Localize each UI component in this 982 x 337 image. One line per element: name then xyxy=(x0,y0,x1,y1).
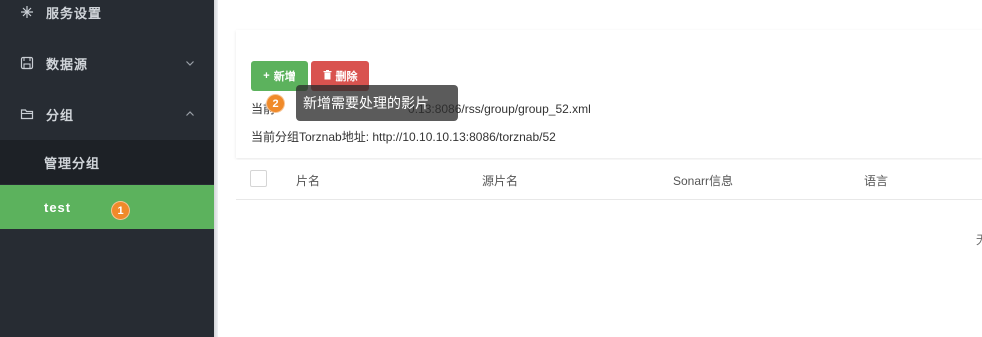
sidebar-item-data-source[interactable]: 数据源 xyxy=(0,40,214,86)
folder-icon xyxy=(19,106,35,122)
sidebar-item-label: 数据源 xyxy=(46,56,89,72)
sidebar-subitem-label: 管理分组 xyxy=(44,155,101,171)
column-header-title[interactable]: 片名 xyxy=(296,172,320,189)
chevron-up-icon xyxy=(184,108,196,120)
column-header-source-title[interactable]: 源片名 xyxy=(482,172,518,189)
plus-icon: + xyxy=(263,70,270,82)
save-icon xyxy=(19,55,35,71)
select-all-checkbox[interactable] xyxy=(250,170,267,187)
tooltip: 新增需要处理的影片 xyxy=(296,85,458,121)
sidebar-item-service-settings[interactable]: 服务设置 xyxy=(0,0,214,24)
top-bar xyxy=(218,0,982,16)
add-button-label: 新增 xyxy=(273,71,296,83)
sidebar-item-group[interactable]: 分组 xyxy=(0,90,214,138)
sidebar-subitem-label: test xyxy=(44,199,72,215)
trash-icon xyxy=(323,69,332,83)
step-badge: 2 xyxy=(266,94,285,113)
torznab-address: 当前分组Torznab地址: http://10.10.10.13:8086/t… xyxy=(251,130,556,144)
sidebar: 服务设置 数据源 分组 管理分组 test xyxy=(0,0,214,337)
delete-button-label: 删除 xyxy=(335,71,358,83)
sparkle-icon xyxy=(19,4,35,20)
chevron-down-icon xyxy=(184,57,196,69)
sidebar-item-label: 服务设置 xyxy=(46,5,103,21)
tooltip-text: 新增需要处理的影片 xyxy=(303,95,429,111)
sidebar-subitem-manage-groups[interactable]: 管理分组 xyxy=(0,140,214,184)
column-header-language[interactable]: 语言 xyxy=(864,172,888,189)
step-badge: 1 xyxy=(111,201,130,220)
column-header-sonarr-info[interactable]: Sonarr信息 xyxy=(673,172,733,189)
empty-state-text: 无 xyxy=(976,231,982,248)
sidebar-subitem-test[interactable]: test xyxy=(0,185,214,229)
sidebar-item-label: 分组 xyxy=(46,107,75,123)
